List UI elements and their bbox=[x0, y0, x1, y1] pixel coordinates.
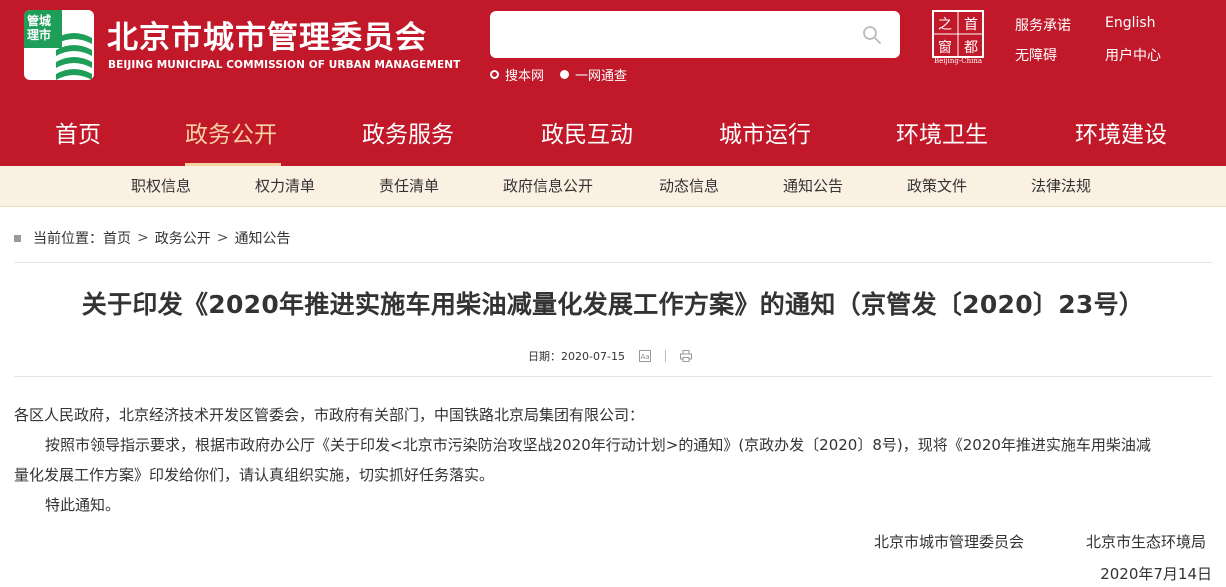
divider bbox=[14, 262, 1212, 263]
subnav-item-responsibility-list[interactable]: 责任清单 bbox=[379, 166, 439, 206]
article-title: 关于印发《2020年推进实施车用柴油减量化发展工作方案》的通知（京管发〔2020… bbox=[81, 290, 1145, 319]
breadcrumb-notices[interactable]: 通知公告 bbox=[234, 228, 290, 248]
nav-city-operation[interactable]: 城市运行 bbox=[719, 105, 811, 166]
site-title[interactable]: 北京市城市管理委员会 bbox=[107, 19, 427, 57]
date-label: 日期： bbox=[528, 350, 562, 363]
logo-waves-icon bbox=[56, 33, 92, 80]
breadcrumb-government-affairs[interactable]: 政务公开 bbox=[155, 228, 211, 248]
svg-text:首: 首 bbox=[964, 17, 978, 33]
search-scope-all-label: 一网通查 bbox=[575, 68, 628, 84]
svg-text:都: 都 bbox=[964, 40, 978, 56]
breadcrumb-bullet-icon bbox=[14, 234, 21, 242]
subnav-item-policy-documents[interactable]: 政策文件 bbox=[907, 166, 967, 206]
breadcrumb-separator: > bbox=[137, 230, 149, 246]
article-paragraph-continued: 量化发展工作方案》印发给你们，请认真组织实施，切实抓好任务落实。 bbox=[14, 466, 495, 484]
meta-divider bbox=[664, 350, 666, 362]
nav-environmental-construction[interactable]: 环境建设 bbox=[1075, 105, 1167, 166]
sign-date: 2020年7月14日 bbox=[1100, 565, 1212, 583]
nav-public-interaction[interactable]: 政民互动 bbox=[541, 105, 633, 166]
user-center-link[interactable]: 用户中心 bbox=[1105, 45, 1161, 65]
subnav-item-authority-info[interactable]: 职权信息 bbox=[131, 166, 191, 206]
breadcrumb: 当前位置： 首页 > 政务公开 > 通知公告 bbox=[14, 228, 290, 248]
divider bbox=[14, 376, 1212, 377]
font-size-icon[interactable]: Aa bbox=[638, 350, 651, 362]
print-icon[interactable] bbox=[679, 350, 692, 362]
signer-ecology-environment: 北京市生态环境局 bbox=[1086, 533, 1207, 551]
subnav-item-notices[interactable]: 通知公告 bbox=[783, 166, 843, 206]
article-salutation: 各区人民政府，北京经济技术开发区管委会，市政府有关部门，中国铁路北京局集团有限公… bbox=[14, 406, 645, 424]
site-logo[interactable]: 管城理市 bbox=[24, 10, 94, 80]
sub-nav: 职权信息 权力清单 责任清单 政府信息公开 动态信息 通知公告 政策文件 法律法… bbox=[0, 166, 1226, 207]
english-link[interactable]: English bbox=[1105, 15, 1156, 31]
subnav-item-news[interactable]: 动态信息 bbox=[659, 166, 719, 206]
svg-text:Aa: Aa bbox=[640, 353, 649, 361]
search-input[interactable] bbox=[500, 19, 840, 50]
radio-unselected-icon bbox=[490, 69, 499, 79]
main-nav: 首页 政务公开 政务服务 政民互动 城市运行 环境卫生 环境建设 bbox=[0, 105, 1226, 166]
search-scope-options: 搜本网 一网通查 bbox=[490, 65, 643, 84]
site-header: 管城理市 北京市城市管理委员会 BEIJING MUNICIPAL COMMIS… bbox=[0, 0, 1226, 105]
stamp-caption: Beijing-China bbox=[933, 57, 983, 65]
subnav-item-laws-regulations[interactable]: 法律法规 bbox=[1031, 166, 1091, 206]
svg-text:窗: 窗 bbox=[938, 39, 952, 56]
nav-government-affairs-disclosure[interactable]: 政务公开 bbox=[185, 105, 277, 166]
article-date: 2020-07-15 bbox=[561, 349, 625, 363]
article-meta: 日期： 2020-07-15 Aa bbox=[0, 346, 1226, 366]
search-scope-site-label: 搜本网 bbox=[505, 68, 545, 84]
subnav-item-power-list[interactable]: 权力清单 bbox=[255, 166, 315, 206]
breadcrumb-home[interactable]: 首页 bbox=[103, 228, 131, 248]
nav-government-services[interactable]: 政务服务 bbox=[362, 105, 454, 166]
subnav-item-gov-info-disclosure[interactable]: 政府信息公开 bbox=[503, 166, 593, 206]
search-icon[interactable] bbox=[862, 25, 882, 45]
nav-environmental-sanitation[interactable]: 环境卫生 bbox=[896, 105, 988, 166]
search-box bbox=[490, 11, 900, 58]
breadcrumb-prefix: 当前位置： bbox=[33, 231, 103, 247]
search-scope-all[interactable]: 一网通查 bbox=[560, 65, 627, 84]
service-promise-link[interactable]: 服务承诺 bbox=[1015, 15, 1071, 35]
breadcrumb-separator: > bbox=[216, 230, 229, 246]
site-title-english: BEIJING MUNICIPAL COMMISSION OF URBAN MA… bbox=[108, 59, 461, 71]
nav-home[interactable]: 首页 bbox=[55, 105, 101, 166]
signer-urban-management: 北京市城市管理委员会 bbox=[874, 533, 1025, 551]
accessibility-link[interactable]: 无障碍 bbox=[1015, 45, 1057, 65]
article-paragraph: 按照市领导指示要求，根据市政府办公厅《关于印发<北京市污染防治攻坚战2020年行… bbox=[45, 436, 1151, 454]
search-scope-site[interactable]: 搜本网 bbox=[490, 65, 544, 84]
article-body: 各区人民政府，北京经济技术开发区管委会，市政府有关部门，中国铁路北京局集团有限公… bbox=[14, 400, 1214, 520]
article-closing: 特此通知。 bbox=[45, 496, 121, 514]
svg-text:之: 之 bbox=[938, 17, 952, 33]
radio-selected-icon bbox=[560, 69, 570, 79]
